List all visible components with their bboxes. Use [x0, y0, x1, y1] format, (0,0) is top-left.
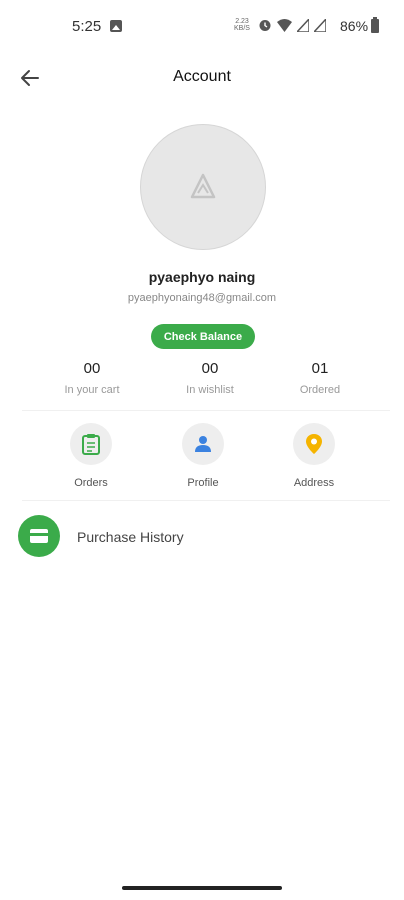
location-pin-icon [306, 434, 322, 454]
profile-label: Profile [187, 477, 219, 489]
gallery-icon [110, 20, 122, 32]
avatar[interactable] [140, 124, 266, 250]
orders-button[interactable]: Orders [46, 423, 136, 489]
stat-wishlist[interactable]: 00 In wishlist [155, 360, 265, 396]
profile-button[interactable]: Profile [158, 423, 248, 489]
user-name: pyaephyo naing [148, 269, 256, 285]
card-icon [30, 529, 48, 543]
address-label: Address [293, 477, 335, 489]
wifi-icon [277, 18, 292, 32]
divider [22, 500, 390, 501]
stat-value: 01 [311, 360, 329, 377]
stat-value: 00 [83, 360, 101, 377]
purchase-history-item[interactable]: Purchase History [0, 510, 404, 564]
status-time: 5:25 [72, 18, 102, 35]
purchase-history-label: Purchase History [77, 529, 184, 545]
profile-icon-circle [182, 423, 224, 465]
stat-cart[interactable]: 00 In your cart [37, 360, 147, 396]
stat-label: In your cart [64, 384, 120, 396]
battery-percentage: 86% [340, 18, 369, 34]
signal-icon [297, 18, 309, 32]
address-button[interactable]: Address [269, 423, 359, 489]
home-indicator[interactable] [122, 886, 282, 890]
purchase-history-icon-circle [18, 515, 60, 557]
logo-placeholder-icon [190, 173, 216, 199]
clipboard-icon [82, 434, 100, 455]
person-icon [195, 436, 211, 452]
address-icon-circle [293, 423, 335, 465]
signal-icon [314, 18, 326, 32]
divider [22, 410, 390, 411]
network-speed-value: 2.23 [235, 18, 249, 25]
status-bar: 5:25 2.23 KB/S 86% [0, 0, 404, 54]
status-icons [258, 18, 326, 32]
stat-ordered[interactable]: 01 Ordered [265, 360, 375, 396]
battery-icon [371, 17, 379, 33]
stat-label: In wishlist [186, 384, 234, 396]
app-bar: Account [0, 54, 404, 102]
user-email: pyaephyonaing48@gmail.com [127, 292, 277, 304]
stat-label: Ordered [299, 384, 341, 396]
check-balance-button[interactable]: Check Balance [151, 324, 255, 349]
orders-icon-circle [70, 423, 112, 465]
orders-label: Orders [74, 477, 108, 489]
network-speed-unit: KB/S [234, 25, 250, 32]
network-speed: 2.23 KB/S [232, 18, 252, 32]
stat-value: 00 [201, 360, 219, 377]
page-title: Account [173, 68, 231, 85]
alarm-icon [259, 20, 271, 31]
